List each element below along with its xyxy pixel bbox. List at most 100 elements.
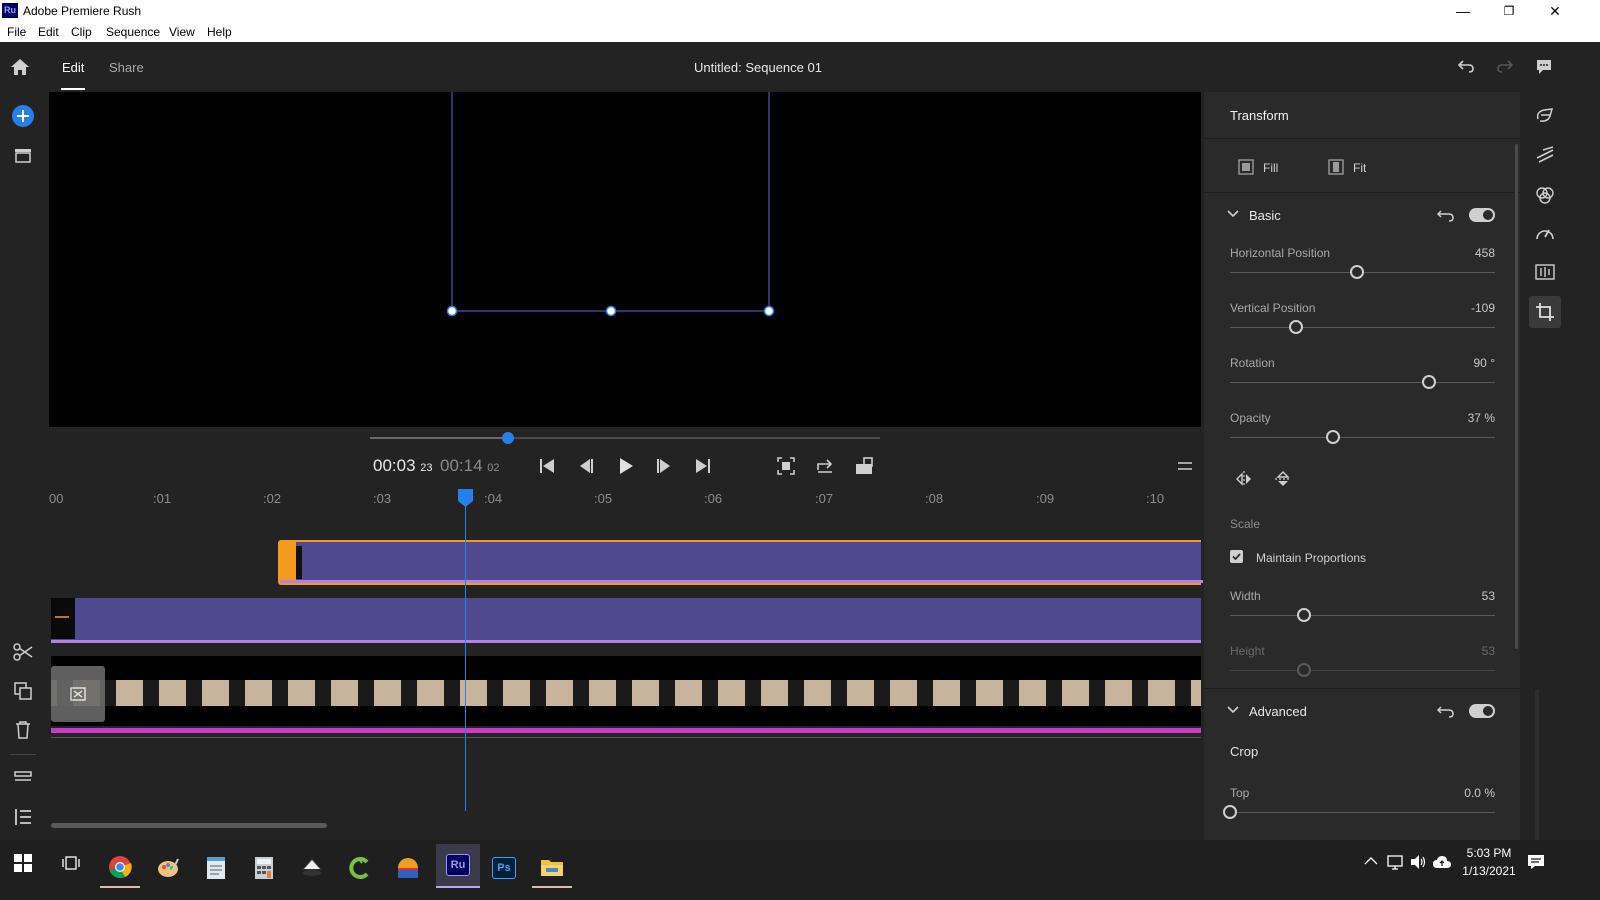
undo-icon[interactable] — [1457, 58, 1475, 74]
fill-label[interactable]: Fill — [1263, 161, 1278, 175]
premiere-rush-taskbar-icon[interactable]: Ru — [436, 844, 480, 888]
program-monitor[interactable] — [49, 92, 1201, 427]
play-icon[interactable] — [618, 457, 634, 475]
timeline[interactable]: 00 :01 :02 :03 :04 :05 :06 :07 :08 :09 :… — [49, 487, 1203, 840]
crop-top-slider[interactable] — [1223, 805, 1495, 819]
fill-icon[interactable] — [1238, 159, 1254, 175]
menu-help[interactable]: Help — [207, 25, 232, 39]
time-ruler[interactable]: 00 :01 :02 :03 :04 :05 :06 :07 :08 :09 :… — [49, 487, 1201, 513]
panel-resize-edge[interactable] — [1535, 690, 1539, 840]
menu-sequence[interactable]: Sequence — [106, 25, 160, 39]
paint-taskbar-icon[interactable] — [148, 848, 188, 888]
advanced-toggle[interactable] — [1469, 704, 1495, 718]
audio-icon[interactable] — [1535, 263, 1555, 281]
flip-vertical-icon[interactable] — [1274, 470, 1292, 488]
clock-date[interactable]: 1/13/2021 — [1458, 864, 1520, 878]
windows-start-icon[interactable] — [14, 854, 32, 872]
inkscape-taskbar-icon[interactable] — [292, 848, 332, 888]
vertical-position-slider[interactable] — [1230, 320, 1495, 334]
slider-handle[interactable] — [1326, 430, 1341, 444]
scrub-bar[interactable] — [370, 432, 880, 444]
menu-view[interactable]: View — [169, 25, 195, 39]
slider-handle[interactable] — [1223, 805, 1237, 819]
step-forward-icon[interactable] — [656, 458, 672, 474]
flip-horizontal-icon[interactable] — [1235, 470, 1253, 488]
param-value[interactable]: 53 — [1415, 589, 1495, 603]
clock-time[interactable]: 5:03 PM — [1462, 846, 1516, 860]
volume-icon[interactable] — [1409, 854, 1427, 870]
param-value[interactable]: 458 — [1415, 246, 1495, 260]
aspect-ratio-icon[interactable] — [855, 457, 873, 475]
basic-toggle[interactable] — [1469, 208, 1495, 222]
go-to-end-icon[interactable] — [695, 458, 711, 474]
advanced-section-label[interactable]: Advanced — [1249, 704, 1307, 719]
speed-icon[interactable] — [1535, 224, 1555, 242]
horizontal-position-slider[interactable] — [1230, 265, 1495, 279]
fit-icon[interactable] — [1328, 159, 1344, 175]
panel-scrollbar[interactable] — [1515, 144, 1518, 649]
maintain-proportions-checkbox[interactable] — [1230, 550, 1243, 563]
cloud-icon[interactable] — [1432, 854, 1452, 870]
reset-icon[interactable] — [1437, 703, 1455, 719]
slider-handle[interactable] — [1289, 320, 1304, 334]
slider-handle[interactable] — [1421, 375, 1436, 389]
camtasia-taskbar-icon[interactable] — [340, 848, 380, 888]
graphic-clip[interactable] — [278, 540, 1203, 585]
overlay-clip[interactable] — [51, 598, 1201, 643]
add-media-icon[interactable] — [12, 105, 34, 127]
calculator-taskbar-icon[interactable] — [244, 848, 284, 888]
redo-icon[interactable] — [1496, 58, 1514, 74]
main-video-clip[interactable] — [51, 656, 1201, 733]
close-button[interactable]: ✕ — [1532, 0, 1578, 22]
param-value[interactable]: 37 % — [1415, 411, 1495, 425]
track-controls-icon[interactable] — [14, 770, 32, 784]
tracks-list-icon[interactable] — [14, 808, 32, 826]
photoshop-taskbar-icon[interactable]: Ps — [484, 848, 524, 888]
fit-label[interactable]: Fit — [1353, 161, 1366, 175]
param-value[interactable]: 90 ° — [1415, 356, 1495, 370]
maintain-proportions-label[interactable]: Maintain Proportions — [1256, 551, 1366, 565]
go-to-start-icon[interactable] — [539, 458, 555, 474]
task-view-icon[interactable] — [62, 854, 80, 872]
reset-icon[interactable] — [1437, 207, 1455, 223]
chevron-down-icon[interactable] — [1227, 705, 1239, 715]
menu-lines-icon[interactable] — [1177, 460, 1193, 472]
step-back-icon[interactable] — [578, 458, 594, 474]
menu-edit[interactable]: Edit — [38, 25, 59, 39]
transform-tab-active[interactable] — [1529, 296, 1561, 328]
app-taskbar-icon[interactable] — [388, 848, 428, 888]
menu-file[interactable]: File — [7, 25, 26, 39]
sequence-title[interactable]: Untitled: Sequence 01 — [0, 60, 1516, 75]
notifications-icon[interactable] — [1527, 854, 1545, 870]
rotation-slider[interactable] — [1230, 375, 1495, 389]
project-assets-icon[interactable] — [14, 147, 32, 163]
clip-options-icon[interactable] — [70, 687, 86, 701]
transitions-icon[interactable] — [1535, 146, 1555, 164]
chrome-taskbar-icon[interactable] — [100, 848, 140, 888]
opacity-slider[interactable] — [1230, 430, 1495, 444]
clip-trim-handle[interactable] — [51, 666, 105, 722]
comments-icon[interactable] — [1535, 58, 1553, 76]
playhead-marker-icon[interactable] — [458, 489, 473, 507]
basic-section-label[interactable]: Basic — [1249, 208, 1281, 223]
slider-handle[interactable] — [1297, 608, 1312, 622]
restore-button[interactable]: ❐ — [1486, 0, 1532, 22]
minimize-button[interactable]: — — [1440, 0, 1486, 22]
param-value[interactable]: -109 — [1415, 301, 1495, 315]
clip-trim-handle[interactable] — [280, 542, 296, 583]
split-scissors-icon[interactable] — [13, 643, 33, 661]
notepad-taskbar-icon[interactable] — [196, 848, 236, 888]
titles-icon[interactable] — [1535, 107, 1555, 125]
loop-share-icon[interactable] — [816, 458, 834, 474]
network-icon[interactable] — [1386, 854, 1404, 870]
transform-bounding-box[interactable] — [49, 92, 1201, 427]
slider-handle[interactable] — [1350, 265, 1365, 279]
color-icon[interactable] — [1535, 185, 1555, 205]
duplicate-icon[interactable] — [14, 682, 32, 700]
param-value[interactable]: 0.0 % — [1415, 786, 1495, 800]
file-explorer-taskbar-icon[interactable] — [532, 848, 572, 888]
chevron-down-icon[interactable] — [1227, 209, 1239, 219]
width-slider[interactable] — [1230, 608, 1495, 622]
chevron-up-icon[interactable] — [1364, 856, 1378, 866]
menu-clip[interactable]: Clip — [71, 25, 92, 39]
